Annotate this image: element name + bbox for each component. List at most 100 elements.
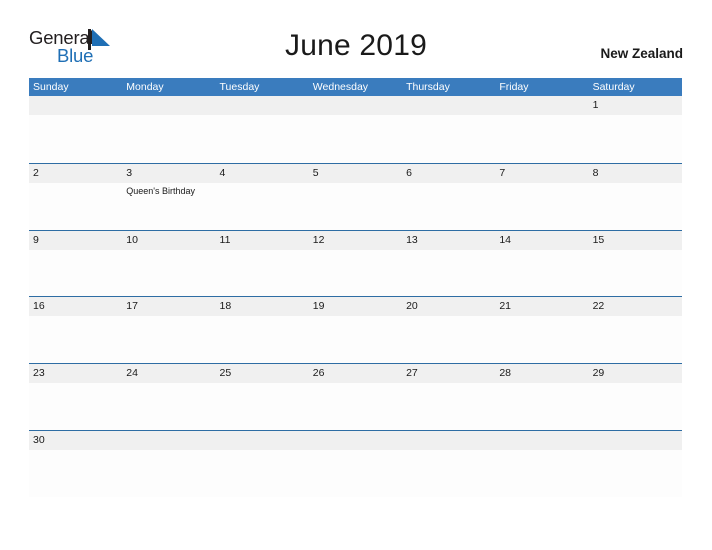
day-cell-empty <box>402 96 495 163</box>
day-cell[interactable]: 12 <box>309 231 402 298</box>
day-cell[interactable]: 5 <box>309 164 402 231</box>
day-number: 7 <box>499 166 506 179</box>
day-cell[interactable]: 25 <box>216 364 309 431</box>
day-number <box>406 431 495 450</box>
page-header: General Blue June 2019 New Zealand <box>0 0 712 78</box>
day-number <box>499 96 588 115</box>
day-cell[interactable]: 9 <box>29 231 122 298</box>
day-number: 11 <box>219 233 231 246</box>
weekday-header-monday: Monday <box>126 81 164 93</box>
day-cell-empty <box>495 96 588 163</box>
day-number: 6 <box>406 166 412 179</box>
calendar-week-row: 2 3 Queen's Birthday 4 5 6 7 8 <box>29 162 682 231</box>
day-cell-empty <box>309 431 402 498</box>
week-cells: 30 <box>29 431 682 498</box>
day-cell[interactable]: 8 <box>589 164 682 231</box>
day-number <box>593 431 682 450</box>
day-number <box>126 431 215 450</box>
week-cells: 23 24 25 26 27 28 29 <box>29 364 682 431</box>
week-cells: 1 <box>29 96 682 163</box>
day-number: 13 <box>406 233 418 246</box>
calendar-week-row: 1 <box>29 96 682 163</box>
day-cell[interactable]: 1 <box>589 96 682 163</box>
day-cell[interactable]: 18 <box>216 297 309 364</box>
day-number: 3 <box>126 166 133 179</box>
day-cell-empty <box>589 431 682 498</box>
day-number: 18 <box>219 300 232 313</box>
day-cell[interactable]: 24 <box>122 364 215 431</box>
day-cell[interactable]: 3 Queen's Birthday <box>122 164 215 231</box>
day-cell[interactable]: 13 <box>402 231 495 298</box>
day-number: 16 <box>33 300 45 313</box>
day-cell[interactable]: 2 <box>29 164 122 231</box>
day-cell[interactable]: 27 <box>402 364 495 431</box>
day-number: 24 <box>126 367 138 380</box>
day-cell[interactable]: 28 <box>495 364 588 431</box>
day-number: 30 <box>33 433 45 446</box>
day-cell[interactable]: 4 <box>216 164 309 231</box>
day-number: 25 <box>219 367 232 380</box>
day-cell[interactable]: 11 <box>216 231 309 298</box>
weekday-header-row: Sunday Monday Tuesday Wednesday Thursday… <box>29 78 682 96</box>
day-number: 2 <box>33 166 39 179</box>
day-number <box>313 431 402 450</box>
day-cell-empty <box>122 96 215 163</box>
calendar-week-row: 23 24 25 26 27 28 29 <box>29 363 682 430</box>
day-cell[interactable]: 10 <box>122 231 215 298</box>
day-cell[interactable]: 20 <box>402 297 495 364</box>
week-cells: 16 17 18 19 20 21 22 <box>29 297 682 364</box>
weekday-header-tuesday: Tuesday <box>219 81 260 93</box>
day-cell[interactable]: 7 <box>495 164 588 231</box>
weekday-header-saturday: Saturday <box>592 81 635 93</box>
day-number <box>33 96 122 115</box>
day-number <box>499 431 588 450</box>
day-number: 21 <box>499 300 512 313</box>
day-number: 8 <box>592 166 599 179</box>
weekday-header-thursday: Thursday <box>406 81 450 93</box>
day-cell-empty <box>309 96 402 163</box>
calendar-page: General Blue June 2019 New Zealand Sunda… <box>0 0 712 550</box>
weekday-header-sunday: Sunday <box>33 81 69 93</box>
day-number <box>313 96 402 115</box>
day-number: 10 <box>126 233 138 246</box>
day-cell[interactable]: 15 <box>589 231 682 298</box>
day-cell[interactable]: 21 <box>495 297 588 364</box>
day-number: 19 <box>312 300 325 313</box>
day-number: 1 <box>592 99 599 111</box>
day-cell[interactable]: 22 <box>589 297 682 364</box>
day-cell[interactable]: 30 <box>29 431 122 498</box>
day-number: 4 <box>219 166 226 179</box>
day-cell[interactable]: 19 <box>309 297 402 364</box>
day-cell[interactable]: 29 <box>589 364 682 431</box>
day-cell[interactable]: 17 <box>122 297 215 364</box>
day-cell[interactable]: 16 <box>29 297 122 364</box>
day-number <box>220 96 309 115</box>
day-number: 9 <box>33 233 39 246</box>
day-cell[interactable]: 14 <box>495 231 588 298</box>
day-number: 17 <box>126 300 138 313</box>
day-number <box>126 96 215 115</box>
day-number: 27 <box>406 367 418 380</box>
day-cell-empty <box>495 431 588 498</box>
day-number: 29 <box>592 367 605 380</box>
calendar-grid: Sunday Monday Tuesday Wednesday Thursday… <box>29 78 682 497</box>
calendar-week-row: 9 10 11 12 13 14 15 <box>29 229 682 298</box>
day-number <box>220 431 309 450</box>
day-number <box>406 96 495 115</box>
day-cell-empty <box>216 96 309 163</box>
day-cell-empty <box>402 431 495 498</box>
day-cell-empty <box>122 431 215 498</box>
day-cell-empty <box>29 96 122 163</box>
calendar-week-row: 16 17 18 19 20 21 22 <box>29 296 682 364</box>
day-cell[interactable]: 23 <box>29 364 122 431</box>
day-cell[interactable]: 26 <box>309 364 402 431</box>
day-number: 15 <box>592 233 605 246</box>
day-number: 5 <box>312 166 319 179</box>
day-number: 20 <box>406 300 418 313</box>
day-cell[interactable]: 6 <box>402 164 495 231</box>
calendar-weeks: 1 2 3 Queen's Birthday 4 5 6 7 8 9 10 11 12 13 14 15 16 1… <box>29 96 682 497</box>
day-cell-empty <box>216 431 309 498</box>
day-number: 26 <box>312 367 325 380</box>
day-number: 23 <box>33 367 45 380</box>
weekday-header-friday: Friday <box>499 81 529 93</box>
